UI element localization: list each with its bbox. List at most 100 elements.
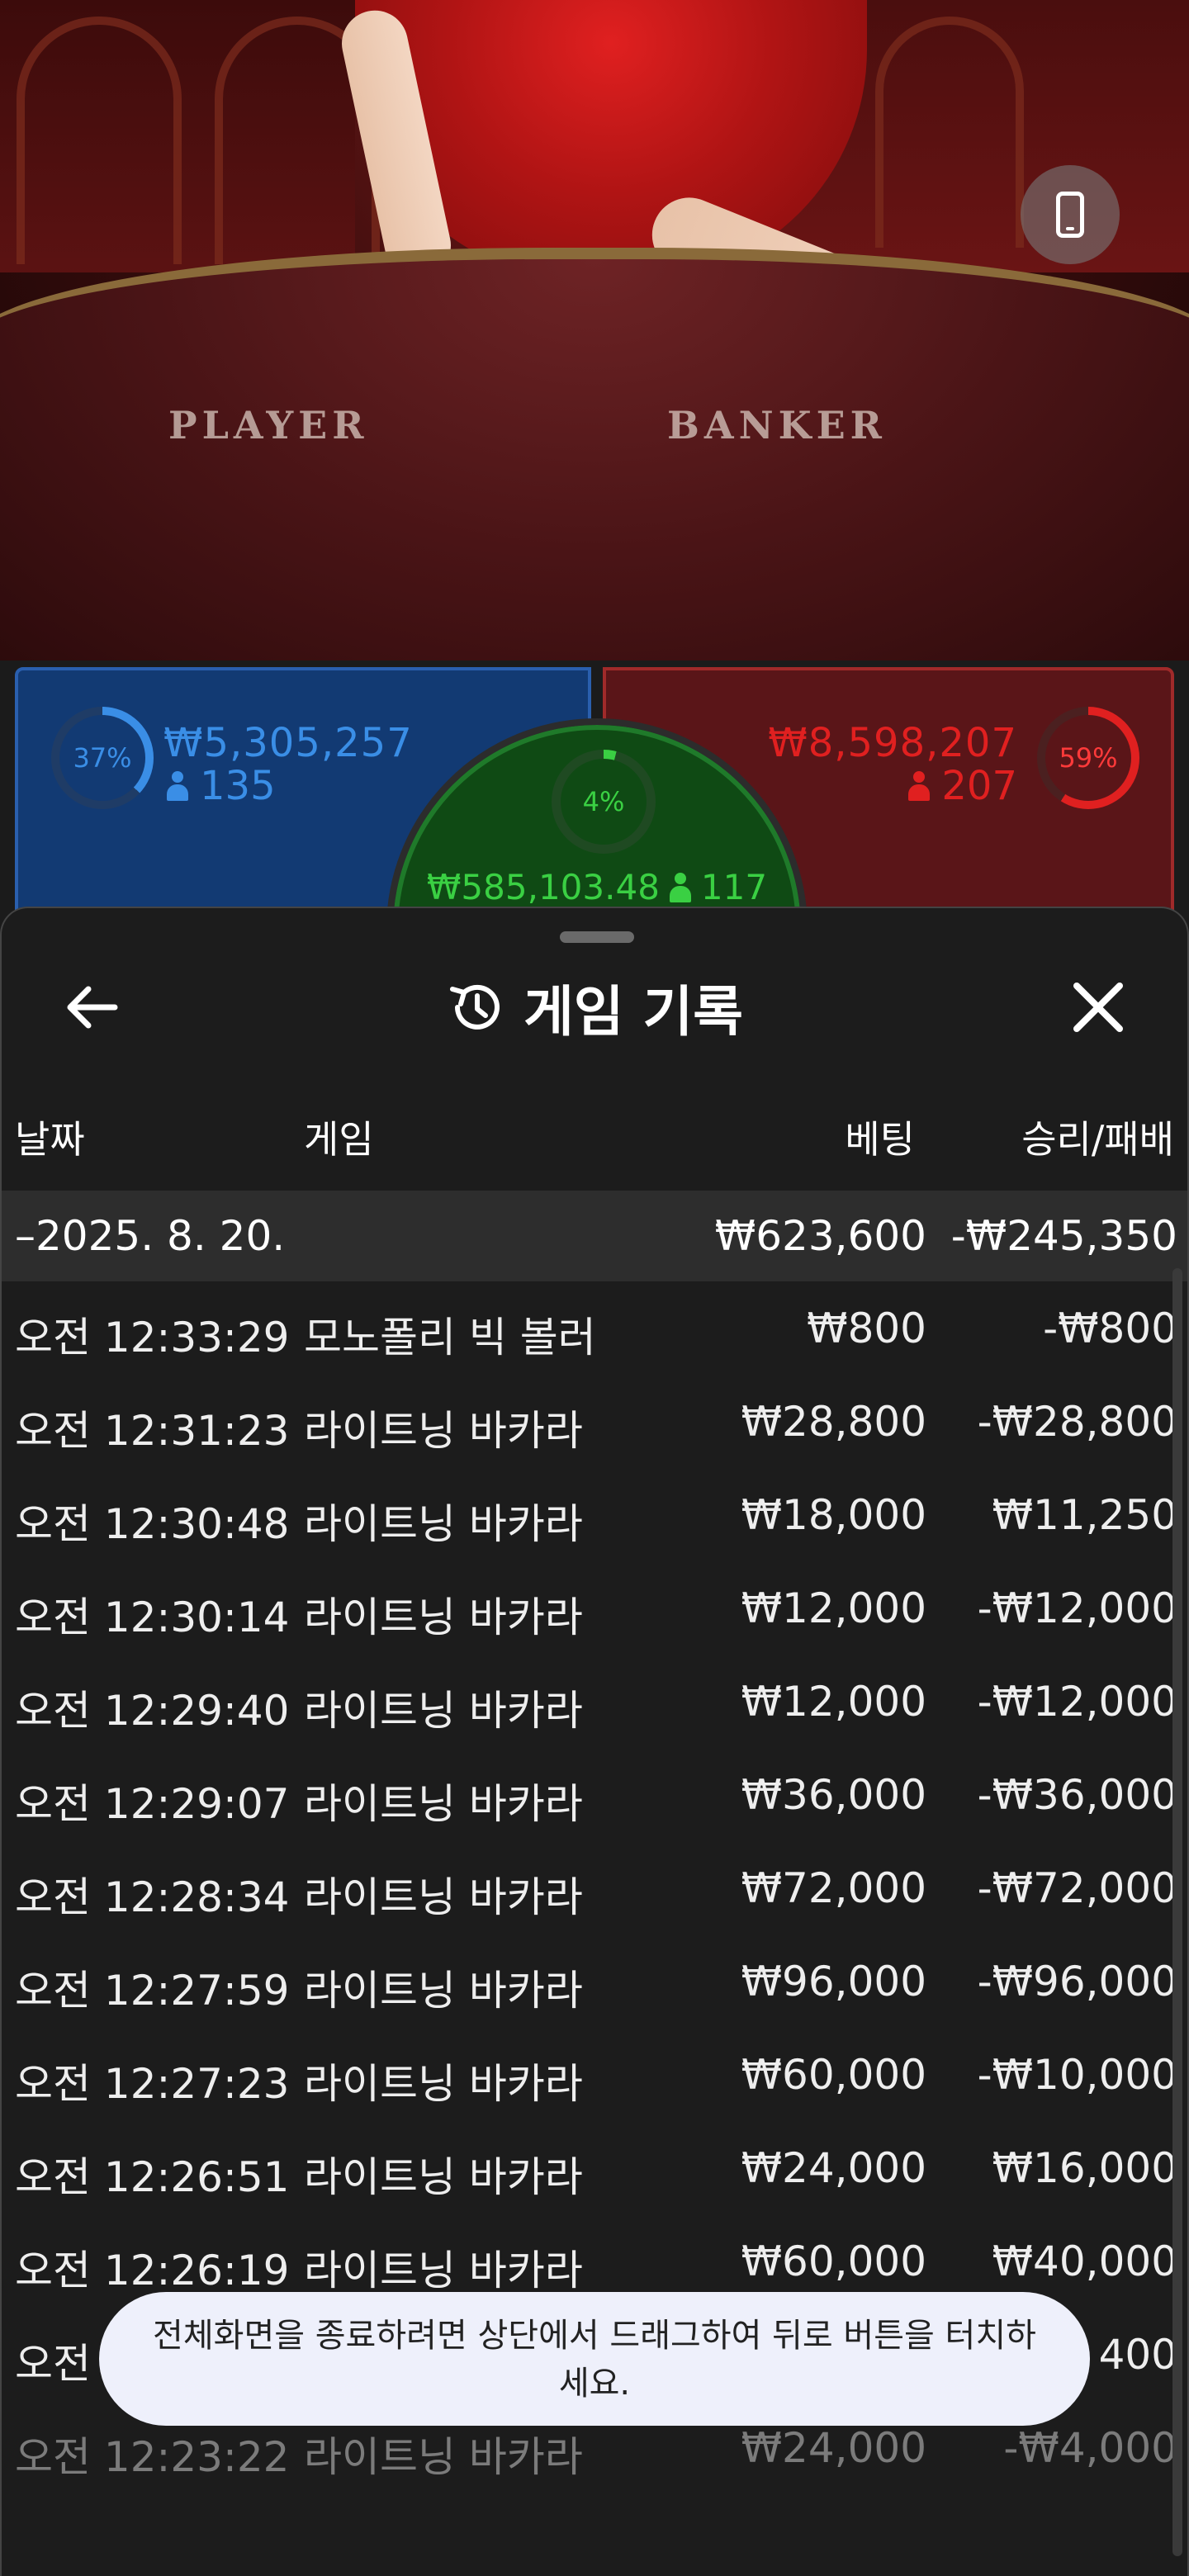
row-time: 오전 12:26:51 — [15, 2153, 290, 2201]
table-row[interactable]: 오전 12:31:23 라이트닝 바카라 ₩28,800 -₩28,800 — [2, 1375, 1187, 1468]
tie-count: 117 — [700, 867, 768, 907]
row-game: 라이트닝 바카라 — [304, 1500, 583, 1548]
header-date: 날짜 — [15, 1117, 85, 1162]
row-time: 오전 12:28:34 — [15, 1873, 290, 1921]
row-game: 라이트닝 바카라 — [304, 1593, 583, 1641]
row-win-loss: -₩12,000 — [977, 1678, 1177, 1726]
row-win-loss: -₩96,000 — [977, 1958, 1177, 2005]
tie-percent: 4% — [582, 786, 625, 817]
banker-percent: 59% — [1059, 742, 1118, 774]
row-win-loss: ₩16,000 — [992, 2144, 1177, 2192]
row-bet: ₩12,000 — [741, 1584, 926, 1632]
row-game: 라이트닝 바카라 — [304, 1687, 583, 1735]
row-game: 라이트닝 바카라 — [304, 1780, 583, 1828]
banker-bet-amount: ₩8,598,207 — [768, 720, 1017, 766]
row-time: 오전 12:27:23 — [15, 2060, 290, 2108]
row-game: 라이트닝 바카라 — [304, 1873, 583, 1921]
baccarat-table — [0, 248, 1189, 661]
date-group-bet: ₩623,600 — [714, 1212, 926, 1260]
rotate-screen-button[interactable] — [1021, 165, 1120, 264]
row-bet: ₩18,000 — [741, 1491, 926, 1539]
tie-percent-gauge: 4% — [552, 750, 656, 854]
row-bet: ₩72,000 — [741, 1864, 926, 1912]
row-time: 오전 12:29:07 — [15, 1780, 290, 1828]
person-icon — [908, 771, 931, 801]
scrollbar[interactable] — [1172, 1268, 1182, 2556]
phone-rotate-icon — [1056, 192, 1084, 238]
header-bet: 베팅 — [845, 1117, 915, 1162]
row-win-loss: ₩11,250 — [992, 1491, 1177, 1539]
table-row[interactable]: 오전 12:30:14 라이트닝 바카라 ₩12,000 -₩12,000 — [2, 1561, 1187, 1655]
header-game: 게임 — [304, 1117, 374, 1162]
banker-bettor-count: 207 — [908, 763, 1017, 809]
row-time: 오전 12:29:40 — [15, 1687, 290, 1735]
table-row[interactable]: 오전 12:26:51 라이트닝 바카라 ₩24,000 ₩16,000 — [2, 2121, 1187, 2214]
tie-bet-amount: ₩585,103.48 — [426, 867, 660, 907]
table-row[interactable]: 오전 12:30:48 라이트닝 바카라 ₩18,000 ₩11,250 — [2, 1468, 1187, 1561]
row-win-loss: -₩4,000 — [1003, 2424, 1177, 2472]
player-percent: 37% — [73, 742, 132, 774]
row-win-loss: 400 — [1098, 2331, 1177, 2379]
row-bet: ₩60,000 — [741, 2237, 926, 2285]
banker-table-label: BANKER — [667, 403, 887, 447]
row-bet: ₩28,800 — [741, 1398, 926, 1446]
row-bet: ₩60,000 — [741, 2051, 926, 2099]
banker-count: 207 — [941, 763, 1017, 809]
sheet-drag-handle[interactable] — [560, 931, 634, 943]
row-bet: ₩12,000 — [741, 1678, 926, 1726]
row-win-loss: -₩800 — [1043, 1305, 1177, 1352]
window-arch — [875, 17, 1024, 248]
player-bettor-count: 135 — [167, 763, 276, 809]
table-row[interactable]: 오전 12:27:59 라이트닝 바카라 ₩96,000 -₩96,000 — [2, 1934, 1187, 2028]
sheet-title: 게임 기록 — [523, 980, 743, 1044]
tie-bet-info: ₩585,103.48 117 — [426, 867, 768, 907]
sheet-header: 게임 기록 — [2, 966, 1187, 1049]
row-time: 오전 12:30:48 — [15, 1500, 290, 1548]
row-game: 라이트닝 바카라 — [304, 1967, 583, 2015]
row-time: 오전 — [15, 2340, 91, 2388]
banker-percent-gauge: 59% — [1037, 707, 1139, 809]
row-win-loss: -₩10,000 — [977, 2051, 1177, 2099]
live-video: PLAYER BANKER — [0, 0, 1189, 661]
row-win-loss: -₩36,000 — [977, 1771, 1177, 1819]
row-win-loss: -₩72,000 — [977, 1864, 1177, 1912]
row-win-loss: -₩12,000 — [977, 1584, 1177, 1632]
row-win-loss: -₩28,800 — [977, 1398, 1177, 1446]
date-group-win-loss: -₩245,350 — [950, 1212, 1177, 1260]
row-game: 모노폴리 빅 볼러 — [304, 1314, 596, 1361]
fullscreen-toast: 전체화면을 종료하려면 상단에서 드래그하여 뒤로 버튼을 터치하세요. — [99, 2292, 1090, 2426]
row-time: 오전 12:33:29 — [15, 1314, 290, 1361]
row-game: 라이트닝 바카라 — [304, 2060, 583, 2108]
table-row[interactable]: 오전 12:27:23 라이트닝 바카라 ₩60,000 -₩10,000 — [2, 2028, 1187, 2121]
close-button[interactable] — [1057, 973, 1139, 1042]
table-row[interactable]: 오전 12:29:40 라이트닝 바카라 ₩12,000 -₩12,000 — [2, 1655, 1187, 1748]
row-time: 오전 12:31:23 — [15, 1407, 290, 1455]
row-game: 라이트닝 바카라 — [304, 2247, 583, 2294]
row-time: 오전 12:23:22 — [15, 2433, 290, 2481]
date-group-row[interactable]: –2025. 8. 20. ₩623,600 -₩245,350 — [2, 1191, 1187, 1281]
window-arch — [17, 17, 182, 264]
row-bet: ₩96,000 — [741, 1958, 926, 2005]
column-headers: 날짜 게임 베팅 승리/패배 — [2, 1105, 1187, 1171]
player-bet-amount: ₩5,305,257 — [163, 720, 413, 766]
header-win-loss: 승리/패배 — [1021, 1117, 1174, 1162]
row-time: 오전 12:30:14 — [15, 1593, 290, 1641]
table-row[interactable]: 오전 12:33:29 모노폴리 빅 볼러 ₩800 -₩800 — [2, 1281, 1187, 1375]
row-bet: ₩24,000 — [741, 2144, 926, 2192]
player-table-label: PLAYER — [168, 403, 369, 447]
row-bet: ₩800 — [807, 1305, 926, 1352]
player-count: 135 — [200, 763, 276, 809]
person-icon — [167, 771, 188, 801]
date-group-label: –2025. 8. 20. — [15, 1212, 286, 1260]
row-time: 오전 12:26:19 — [15, 2247, 290, 2294]
table-row[interactable]: 오전 12:29:07 라이트닝 바카라 ₩36,000 -₩36,000 — [2, 1748, 1187, 1841]
person-icon — [669, 872, 691, 902]
row-game: 라이트닝 바카라 — [304, 2153, 583, 2201]
table-row[interactable]: 오전 12:28:34 라이트닝 바카라 ₩72,000 -₩72,000 — [2, 1841, 1187, 1934]
close-icon — [1073, 983, 1123, 1032]
row-game: 라이트닝 바카라 — [304, 1407, 583, 1455]
player-percent-gauge: 37% — [51, 707, 154, 809]
row-time: 오전 12:27:59 — [15, 1967, 290, 2015]
row-bet: ₩24,000 — [741, 2424, 926, 2472]
row-game: 라이트닝 바카라 — [304, 2433, 583, 2481]
